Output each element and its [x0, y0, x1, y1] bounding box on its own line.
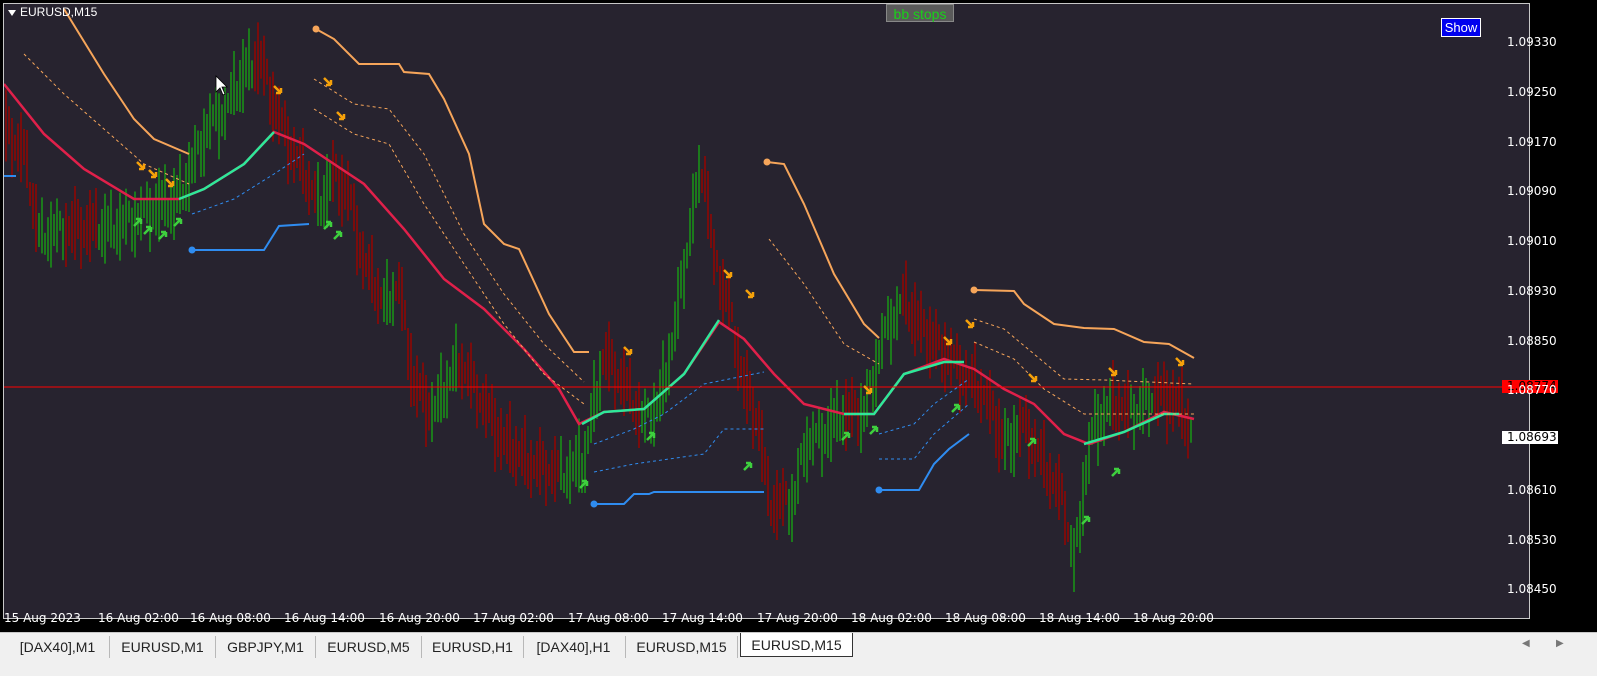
upper-stop-line [973, 289, 1195, 359]
price-axis-label: 1.08850 [1507, 334, 1557, 348]
lower-stop-line [594, 491, 764, 505]
chart-window: EURUSD,M15 bb stops Show 1.08774 1.08693… [0, 0, 1597, 643]
time-axis-label: 18 Aug 14:00 [1039, 611, 1120, 625]
upper-stop-line [315, 28, 589, 353]
sell-arrow-icon [723, 269, 733, 279]
upper-stop-dot [970, 286, 978, 294]
sell-arrow-icon [1175, 357, 1185, 367]
price-axis-label: 1.09170 [1507, 135, 1557, 149]
time-axis-label: 16 Aug 02:00 [98, 611, 179, 625]
show-button[interactable]: Show [1441, 18, 1481, 37]
price-axis-label: 1.08450 [1507, 582, 1557, 596]
sell-arrow-icon [136, 161, 146, 171]
chart-tab-bar: [DAX40],M1 EURUSD,M1 GBPJPY,M1 EURUSD,M5 EUR… [0, 632, 1597, 659]
upper-stop-line [63, 8, 190, 155]
bb-stops-label: bb stops [886, 4, 954, 22]
lower-stop-line [192, 223, 310, 251]
buy-arrow-icon [1111, 467, 1121, 477]
upper-stop-dot [312, 25, 320, 33]
time-axis-label: 17 Aug 02:00 [473, 611, 554, 625]
price-axis-label: 1.08610 [1507, 483, 1557, 497]
scroll-right-icon[interactable]: ▶ [1556, 638, 1564, 649]
upper-stop-dot [763, 158, 771, 166]
dropdown-triangle-icon[interactable] [8, 9, 16, 16]
price-axis-label: 1.08770 [1507, 383, 1557, 397]
sell-arrow-icon [323, 77, 333, 87]
sell-arrow-icon [148, 169, 158, 179]
chart-symbol-title[interactable]: EURUSD,M15 [8, 5, 97, 19]
buy-arrow-icon [173, 217, 183, 227]
sell-arrow-icon [165, 178, 175, 188]
sell-arrow-icon [1028, 373, 1038, 383]
chart-plot-area[interactable] [3, 3, 1531, 619]
time-axis-label: 16 Aug 14:00 [284, 611, 365, 625]
price-axis-label: 1.08530 [1507, 533, 1557, 547]
tab[interactable]: EURUSD,M1 [110, 636, 216, 658]
buy-arrow-icon [158, 230, 168, 240]
moving-average-up-segment [178, 131, 275, 201]
lower-band-dashed [879, 403, 970, 460]
time-axis-label: 16 Aug 08:00 [190, 611, 271, 625]
lower-stop-dot [188, 246, 196, 254]
buy-arrow-icon [869, 425, 879, 435]
buy-arrow-icon [743, 461, 753, 471]
price-axis-label: 1.09330 [1507, 35, 1557, 49]
lower-stop-dot [875, 486, 883, 494]
marker-price-tag: 1.08693 [1502, 431, 1558, 444]
sell-arrow-icon [745, 289, 755, 299]
price-axis-label: 1.09250 [1507, 85, 1557, 99]
price-chart-svg [4, 8, 1531, 592]
lower-stop-dot [590, 500, 598, 508]
tab[interactable]: EURUSD,H1 [422, 636, 524, 658]
tab-active[interactable]: EURUSD,M15 [740, 633, 853, 657]
upper-band-dashed [313, 108, 585, 405]
time-axis-label: 18 Aug 20:00 [1133, 611, 1214, 625]
time-axis-label: 18 Aug 02:00 [851, 611, 932, 625]
sell-arrow-icon [623, 346, 633, 356]
price-axis-label: 1.08930 [1507, 284, 1557, 298]
status-strip [0, 658, 1597, 676]
tab[interactable]: EURUSD,M15 [626, 636, 738, 658]
price-axis-label: 1.09090 [1507, 184, 1557, 198]
tab[interactable]: GBPJPY,M1 [216, 636, 316, 658]
buy-arrow-icon [333, 230, 343, 240]
time-axis-label: 15 Aug 2023 [4, 611, 81, 625]
time-axis-label: 18 Aug 08:00 [945, 611, 1026, 625]
time-axis-label: 17 Aug 14:00 [662, 611, 743, 625]
time-axis-label: 17 Aug 20:00 [757, 611, 838, 625]
symbol-title-text: EURUSD,M15 [20, 5, 98, 19]
time-axis-label: 16 Aug 20:00 [379, 611, 460, 625]
tab[interactable]: [DAX40],H1 [522, 636, 626, 658]
scroll-left-icon[interactable]: ◀ [1522, 638, 1530, 649]
sell-arrow-icon [965, 319, 975, 329]
time-axis-label: 17 Aug 08:00 [568, 611, 649, 625]
buy-arrow-icon [951, 403, 961, 413]
lower-band-dashed [593, 428, 764, 473]
sell-arrow-icon [336, 111, 346, 121]
tab[interactable]: EURUSD,M5 [316, 636, 422, 658]
tab[interactable]: [DAX40],M1 [6, 636, 110, 658]
upper-band-dashed [768, 238, 880, 365]
price-axis-label: 1.09010 [1507, 234, 1557, 248]
lower-stop-line [879, 433, 970, 491]
